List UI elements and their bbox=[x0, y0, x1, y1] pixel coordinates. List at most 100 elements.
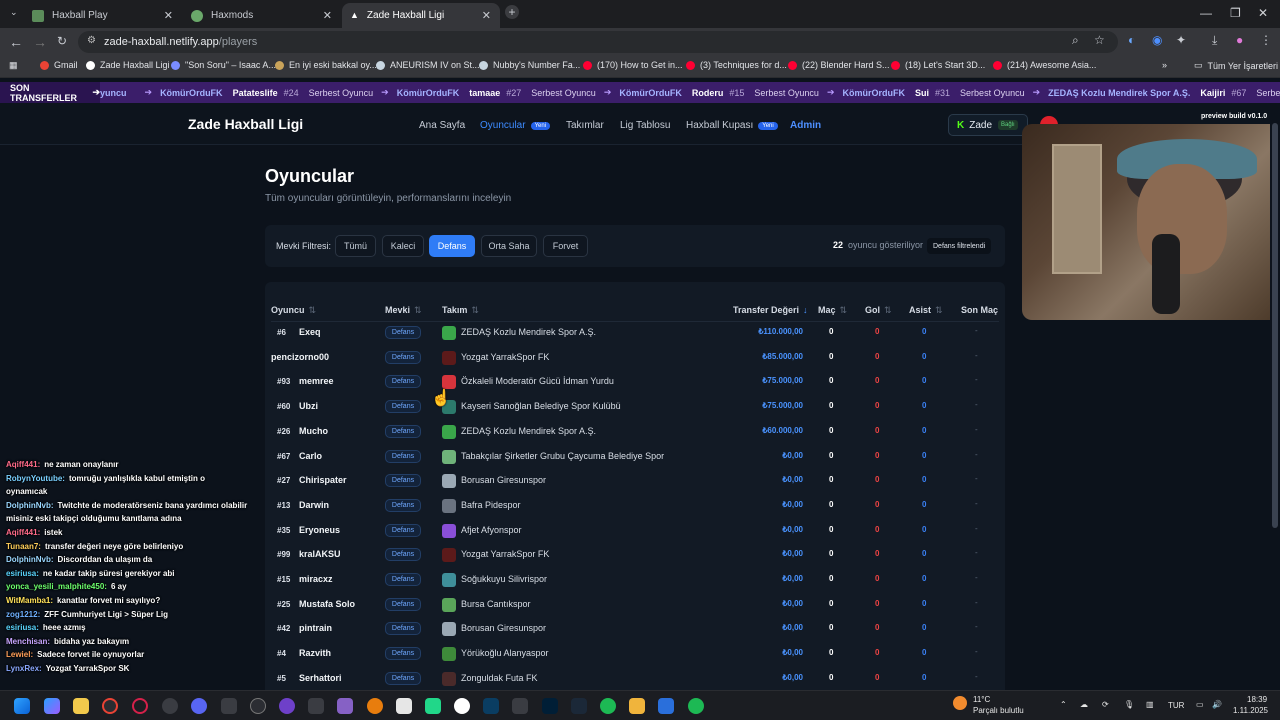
player-name[interactable]: Razvith bbox=[299, 648, 331, 658]
reload-icon[interactable]: ↻ bbox=[57, 34, 67, 48]
player-name[interactable]: Darwin bbox=[299, 500, 329, 510]
file-explorer-icon[interactable] bbox=[73, 698, 89, 714]
menu-icon[interactable]: ⋮ bbox=[1260, 33, 1272, 47]
bookmark-youtube-18[interactable]: (18) Let's Start 3D... bbox=[891, 60, 985, 70]
user-chip[interactable]: K Zade Bağlı bbox=[948, 114, 1028, 136]
player-name[interactable]: Eryoneus bbox=[299, 525, 340, 535]
extension-icon[interactable]: ◐ bbox=[1128, 33, 1135, 47]
tab-search-icon[interactable]: ⌄ bbox=[10, 7, 18, 18]
col-oyuncu[interactable]: Oyuncu ⇅ bbox=[271, 305, 316, 316]
col-mevki[interactable]: Mevki ⇅ bbox=[385, 305, 422, 316]
table-row[interactable]: #99 kralAKSU Defans Yozgat YarrakSpor FK ₺0,… bbox=[265, 543, 1005, 567]
team-name[interactable]: Bursa Cantıkspor bbox=[461, 599, 531, 609]
team-name[interactable]: Bafra Pidespor bbox=[461, 500, 521, 510]
bookmark-star-icon[interactable]: ☆ bbox=[1094, 33, 1105, 47]
app-icon[interactable] bbox=[162, 698, 178, 714]
team-name[interactable]: Afjet Afyonspor bbox=[461, 525, 522, 535]
weather-icon[interactable] bbox=[953, 696, 967, 710]
table-row[interactable]: #6 Exeq Defans ZEDAŞ Kozlu Mendirek Spor A.… bbox=[265, 321, 1005, 345]
page-scrollbar[interactable] bbox=[1270, 103, 1280, 690]
nav-takimlar[interactable]: Takımlar bbox=[566, 120, 604, 131]
player-name[interactable]: miracxz bbox=[299, 574, 333, 584]
nav-haxball-kupasi[interactable]: Haxball Kupası Yeni bbox=[686, 120, 778, 131]
filter-defans-button[interactable]: Defans bbox=[429, 235, 475, 257]
unreal-icon[interactable] bbox=[250, 698, 266, 714]
blender-icon[interactable] bbox=[367, 698, 383, 714]
table-row[interactable]: #5 Serhattori Defans Zonguldak Futa FK ₺0,00… bbox=[265, 667, 1005, 691]
start-icon[interactable] bbox=[14, 698, 30, 714]
table-row[interactable]: #13 Darwin Defans Bafra Pidespor ₺0,00 0 0 0 - bbox=[265, 494, 1005, 518]
app-icon[interactable] bbox=[512, 698, 528, 714]
tab-haxball-play[interactable]: Haxball Play ✕ bbox=[24, 3, 182, 28]
tab-haxmods[interactable]: Haxmods ✕ bbox=[183, 3, 341, 28]
player-name[interactable]: kralAKSU bbox=[299, 549, 341, 559]
bookmark-gmail[interactable]: Gmail bbox=[40, 60, 78, 70]
team-name[interactable]: Yozgat YarrakSpor FK bbox=[461, 549, 549, 559]
site-logo[interactable]: Zade Haxball Ligi bbox=[188, 116, 303, 132]
all-bookmarks[interactable]: ▭ Tüm Yer İşaretleri bbox=[1194, 60, 1278, 71]
scrollbar-thumb[interactable] bbox=[1272, 123, 1278, 528]
visual-studio-icon[interactable] bbox=[337, 698, 353, 714]
bookmark-son-soru[interactable]: "Son Soru" – Isaac A... bbox=[171, 60, 276, 70]
steam-icon[interactable] bbox=[571, 698, 587, 714]
chrome-icon[interactable] bbox=[102, 698, 118, 714]
close-window-icon[interactable]: ✕ bbox=[1258, 6, 1268, 20]
nav-lig-tablosu[interactable]: Lig Tablosu bbox=[620, 120, 670, 131]
table-row[interactable]: pencizorno00 Defans Yozgat YarrakSpor FK ₺8… bbox=[265, 346, 1005, 370]
microphone-icon[interactable]: 🎙 bbox=[1124, 700, 1134, 709]
bookmark-aneurism[interactable]: ANEURISM IV on St... bbox=[376, 60, 480, 70]
team-name[interactable]: Borusan Giresunspor bbox=[461, 475, 546, 485]
team-name[interactable]: Soğukkuyu Silivrispor bbox=[461, 574, 547, 584]
col-son-mac[interactable]: Son Maç bbox=[961, 305, 998, 315]
clock-date[interactable]: 1.11.2025 bbox=[1233, 706, 1268, 715]
player-name[interactable]: pintrain bbox=[299, 623, 332, 633]
filter-forvet-button[interactable]: Forvet bbox=[543, 235, 588, 257]
clock-time[interactable]: 18:39 bbox=[1247, 695, 1267, 704]
copilot-icon[interactable] bbox=[44, 698, 60, 714]
table-row[interactable]: #25 Mustafa Solo Defans Bursa Cantıkspor ₺0,… bbox=[265, 593, 1005, 617]
chevron-up-icon[interactable]: ⌃ bbox=[1060, 700, 1067, 709]
app-icon[interactable] bbox=[688, 698, 704, 714]
maximize-icon[interactable]: ❐ bbox=[1230, 6, 1241, 20]
bookmark-youtube-170[interactable]: (170) How to Get in... bbox=[583, 60, 683, 70]
team-name[interactable]: Zonguldak Futa FK bbox=[461, 673, 538, 683]
player-name[interactable]: Mucho bbox=[299, 426, 328, 436]
zoom-icon[interactable]: ⌕ bbox=[1072, 33, 1079, 48]
nav-admin[interactable]: Admin bbox=[790, 120, 821, 131]
sync-icon[interactable]: ⟳ bbox=[1102, 700, 1109, 709]
player-name[interactable]: Exeq bbox=[299, 327, 321, 337]
table-row[interactable]: #67 Carlo Defans Tabakçılar Şirketler Grubu… bbox=[265, 445, 1005, 469]
bookmark-youtube-3[interactable]: (3) Techniques for d... bbox=[686, 60, 787, 70]
nav-ana-sayfa[interactable]: Ana Sayfa bbox=[419, 120, 465, 131]
player-name[interactable]: Serhattori bbox=[299, 673, 342, 683]
premiere-icon[interactable] bbox=[483, 698, 499, 714]
table-row[interactable]: #27 Chirispater Defans Borusan Giresunspor ₺… bbox=[265, 469, 1005, 493]
back-icon[interactable]: ← bbox=[9, 34, 23, 50]
bookmark-zade[interactable]: Zade Haxball Ligi bbox=[86, 60, 170, 70]
onedrive-icon[interactable]: ☁ bbox=[1080, 700, 1088, 709]
new-tab-icon[interactable]: + bbox=[505, 5, 519, 19]
pycharm-icon[interactable] bbox=[425, 698, 441, 714]
table-row[interactable]: #93 memree Defans Özkaleli Moderatör Gücü İ… bbox=[265, 370, 1005, 394]
spotify-icon[interactable] bbox=[600, 698, 616, 714]
volume-icon[interactable]: 🔊 bbox=[1212, 700, 1222, 709]
player-name[interactable]: Chirispater bbox=[299, 475, 347, 485]
team-name[interactable]: Kayseri Sanoğlan Belediye Spor Kulübü bbox=[461, 401, 621, 411]
table-row[interactable]: #4 Razvith Defans Yörükoğlu Alanyaspor ₺0,00… bbox=[265, 642, 1005, 666]
col-takim[interactable]: Takım ⇅ bbox=[442, 305, 479, 316]
address-bar[interactable]: ⚙ zade-haxball.netlify.app/players bbox=[78, 31, 1118, 53]
app-icon[interactable] bbox=[221, 698, 237, 714]
nav-oyuncular[interactable]: Oyuncular Yeni bbox=[480, 120, 551, 131]
more-bookmarks-icon[interactable]: » bbox=[1162, 60, 1167, 70]
github-icon[interactable] bbox=[279, 698, 295, 714]
bookmark-youtube-22[interactable]: (22) Blender Hard S... bbox=[788, 60, 890, 70]
team-name[interactable]: Yozgat YarrakSpor FK bbox=[461, 352, 549, 362]
extension-icon[interactable]: ◉ bbox=[1152, 33, 1162, 47]
app-icon[interactable] bbox=[454, 698, 470, 714]
opera-icon[interactable] bbox=[132, 698, 148, 714]
player-name[interactable]: Mustafa Solo bbox=[299, 599, 355, 609]
app-icon[interactable] bbox=[629, 698, 645, 714]
forward-icon[interactable]: → bbox=[33, 34, 47, 50]
bookmark-youtube-214[interactable]: (214) Awesome Asia... bbox=[993, 60, 1096, 70]
player-name[interactable]: Ubzi bbox=[299, 401, 318, 411]
